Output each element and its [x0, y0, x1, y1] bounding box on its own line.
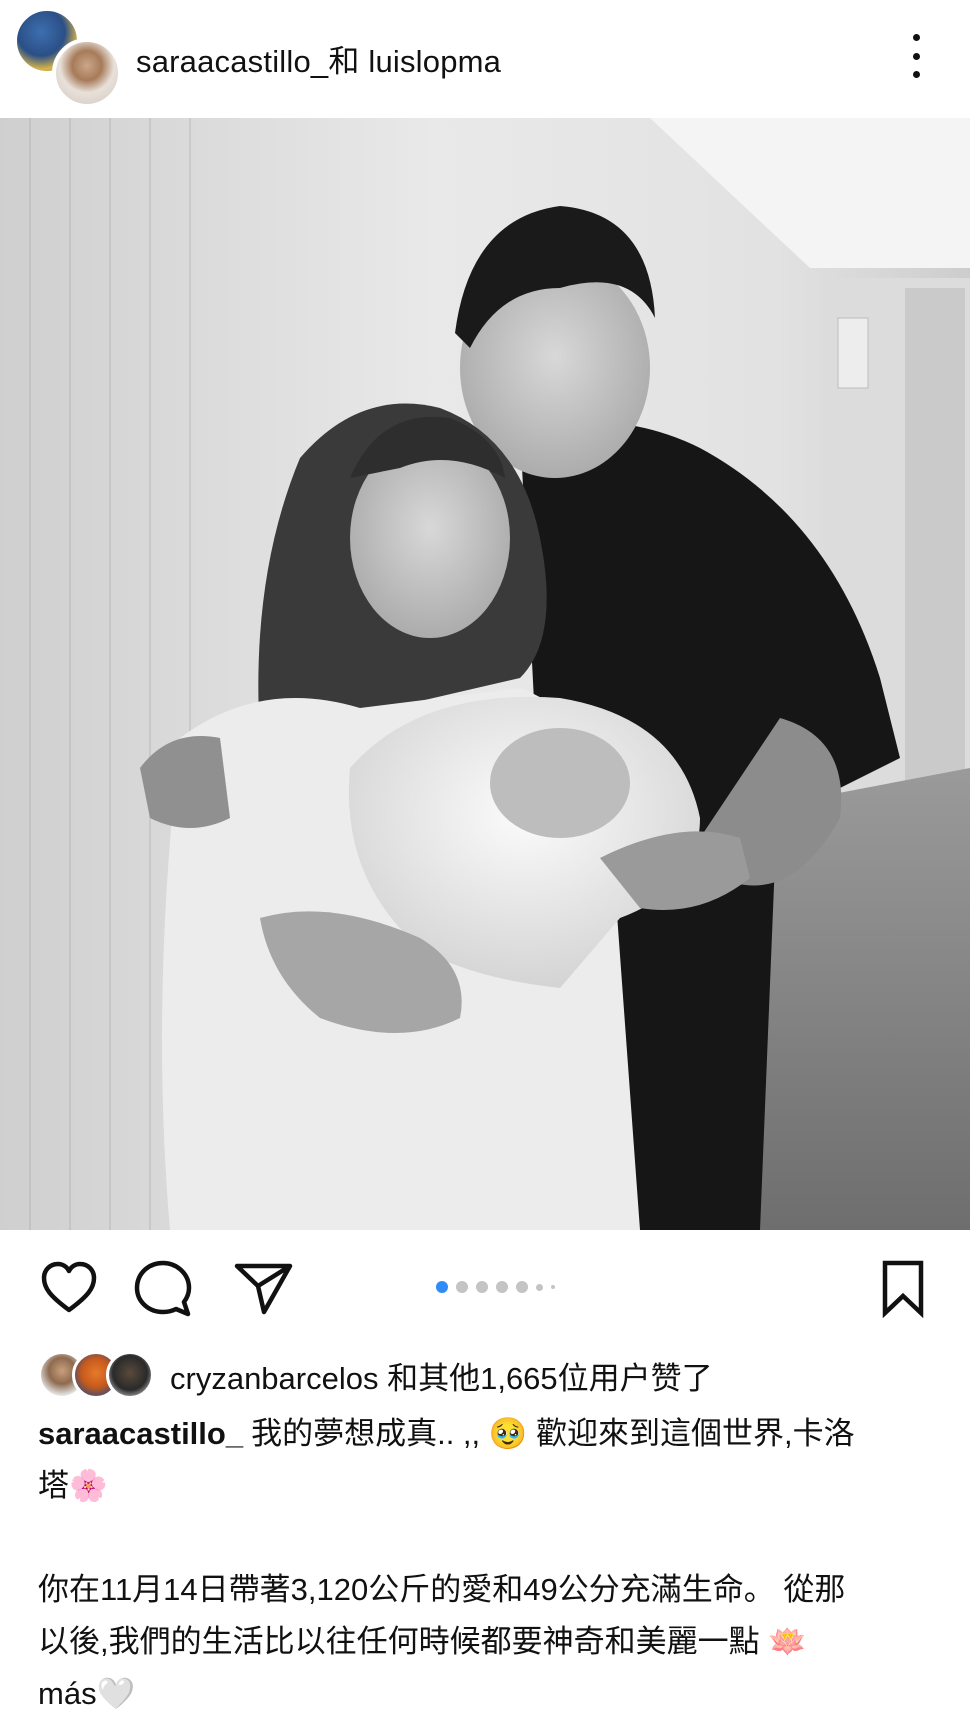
carousel-indicator: [436, 1280, 555, 1294]
caption-username[interactable]: saraacastillo_: [38, 1416, 243, 1451]
caption-text: 我的夢想成真.. ,, 🥹 歡迎來到這個世界,卡洛: [251, 1416, 855, 1451]
post-header: saraacastillo_和 luislopma: [0, 0, 970, 118]
avatar[interactable]: [52, 38, 122, 108]
bookmark-icon[interactable]: [872, 1258, 934, 1318]
carousel-dot: [536, 1283, 543, 1291]
likes-summary[interactable]: cryzanbarcelos 和其他1,665位用户赞了: [38, 1350, 713, 1400]
caption-text: más🤍: [38, 1676, 136, 1711]
carousel-dot: [476, 1281, 488, 1293]
carousel-dot: [496, 1281, 508, 1293]
heart-icon[interactable]: [38, 1258, 100, 1318]
post-caption: saraacastillo_ 我的夢想成真.. ,, 🥹 歡迎來到這個世界,卡洛 …: [38, 1408, 938, 1720]
carousel-dot: [456, 1281, 468, 1293]
more-vertical-icon[interactable]: [904, 34, 928, 78]
caption-text: 以後,我們的生活比以往任何時候都要神奇和美麗一點 🪷: [38, 1624, 807, 1659]
avatar: [106, 1351, 154, 1399]
likes-text[interactable]: cryzanbarcelos 和其他1,665位用户赞了: [170, 1353, 713, 1398]
caption-text: 塔🌸: [38, 1468, 108, 1503]
carousel-dot: [516, 1281, 528, 1293]
carousel-dot: [551, 1285, 555, 1289]
caption-line: saraacastillo_ 我的夢想成真.. ,, 🥹 歡迎來到這個世界,卡洛: [38, 1408, 938, 1460]
send-icon[interactable]: [232, 1258, 294, 1318]
post-authors[interactable]: saraacastillo_和 luislopma: [136, 36, 501, 81]
caption-text: 你在11月14日帶著3,120公斤的愛和49公分充滿生命。 從那: [38, 1572, 846, 1607]
carousel-dot: [436, 1281, 448, 1293]
comment-icon[interactable]: [132, 1258, 194, 1318]
post-photo-image: [0, 118, 970, 1230]
collab-avatars[interactable]: [14, 8, 122, 108]
post-photo[interactable]: [0, 118, 970, 1230]
